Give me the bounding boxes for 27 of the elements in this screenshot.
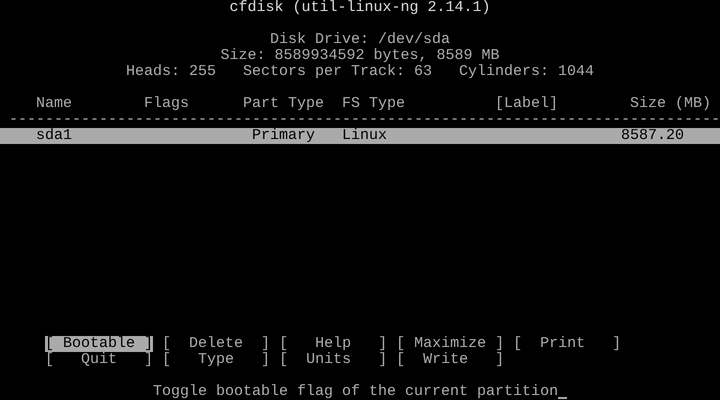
window-title: cfdisk (util-linux-ng 2.14.1) [229,0,491,16]
partition-row[interactable]: sda1 Primary Linux 8587.20 [0,128,720,144]
menu-button[interactable]: [ Print ] [513,336,622,352]
separator-line: ------------------------------------------------------------------------------- [9,112,720,128]
menu-button[interactable]: [ Delete ] [162,336,270,352]
disk-info-text: Disk Drive: /dev/sda [270,32,450,48]
menu-button[interactable]: [ Units ] [279,352,388,368]
menu-button[interactable]: [ Quit ] [45,352,154,368]
partition-name: sda1 [36,128,72,144]
column-header: Flags [144,96,189,112]
partition-type: Primary [252,128,315,144]
menu-button[interactable]: [ Write ] [396,352,504,368]
column-header: Name [36,96,72,112]
menu-button[interactable]: [ Maximize ] [396,336,504,352]
menu-button[interactable]: [ Help ] [279,336,388,352]
column-header: Size (MB) [630,96,711,112]
column-header: FS Type [342,96,405,112]
disk-info-text: Heads: 255 Sectors per Track: 63 Cylinders: 1044 [126,64,594,80]
cursor-icon [558,397,568,399]
menu-button[interactable]: [ Type ] [162,352,270,368]
column-header: [Label] [495,96,558,112]
fs-type: Linux [342,128,387,144]
partition-size: 8587.20 [621,128,684,144]
menu-button[interactable]: [ Bootable ] [45,336,154,352]
status-message: Toggle bootable flag of the current partition [153,384,558,400]
column-header: Part Type [243,96,324,112]
disk-info-text: Size: 8589934592 bytes, 8589 MB [220,48,500,64]
